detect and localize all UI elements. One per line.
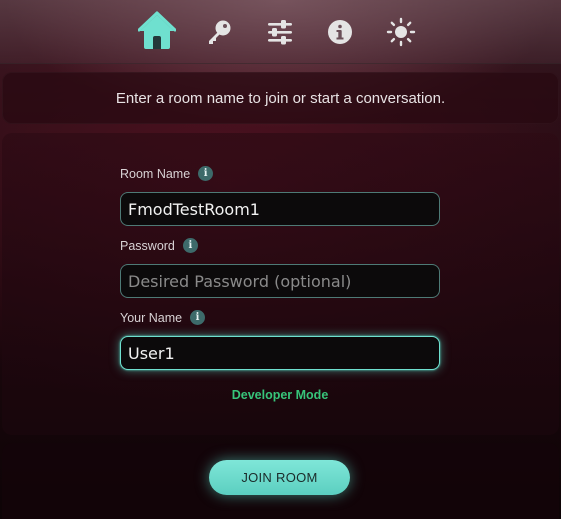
top-nav-bar bbox=[0, 0, 561, 64]
developer-mode-link[interactable]: Developer Mode bbox=[120, 388, 440, 402]
info-icon bbox=[328, 20, 352, 44]
join-room-button[interactable]: JOIN ROOM bbox=[209, 460, 350, 495]
room-name-label: Room Name bbox=[120, 166, 191, 181]
instruction-text: Enter a room name to join or start a con… bbox=[115, 89, 446, 107]
nav-info-button[interactable] bbox=[320, 12, 360, 52]
nav-theme-button[interactable] bbox=[381, 12, 421, 52]
password-label: Password bbox=[120, 238, 175, 253]
room-name-info-icon[interactable]: i bbox=[198, 166, 214, 181]
nav-key-button[interactable] bbox=[199, 12, 239, 52]
nav-home-button[interactable] bbox=[137, 11, 177, 51]
your-name-label: Your Name bbox=[120, 310, 183, 325]
key-icon bbox=[209, 20, 231, 44]
sliders-icon bbox=[268, 20, 292, 45]
password-info-icon[interactable]: i bbox=[182, 238, 198, 253]
sun-icon bbox=[386, 17, 416, 47]
password-input[interactable] bbox=[120, 264, 440, 298]
your-name-label-row: Your Name i bbox=[120, 310, 206, 325]
room-name-input[interactable] bbox=[120, 192, 440, 226]
nav-settings-button[interactable] bbox=[260, 12, 300, 52]
instruction-banner: Enter a room name to join or start a con… bbox=[2, 72, 559, 124]
password-label-row: Password i bbox=[120, 238, 198, 253]
your-name-input[interactable] bbox=[120, 336, 440, 370]
your-name-info-icon[interactable]: i bbox=[190, 310, 206, 325]
home-icon bbox=[138, 11, 176, 49]
room-name-label-row: Room Name i bbox=[120, 166, 214, 181]
